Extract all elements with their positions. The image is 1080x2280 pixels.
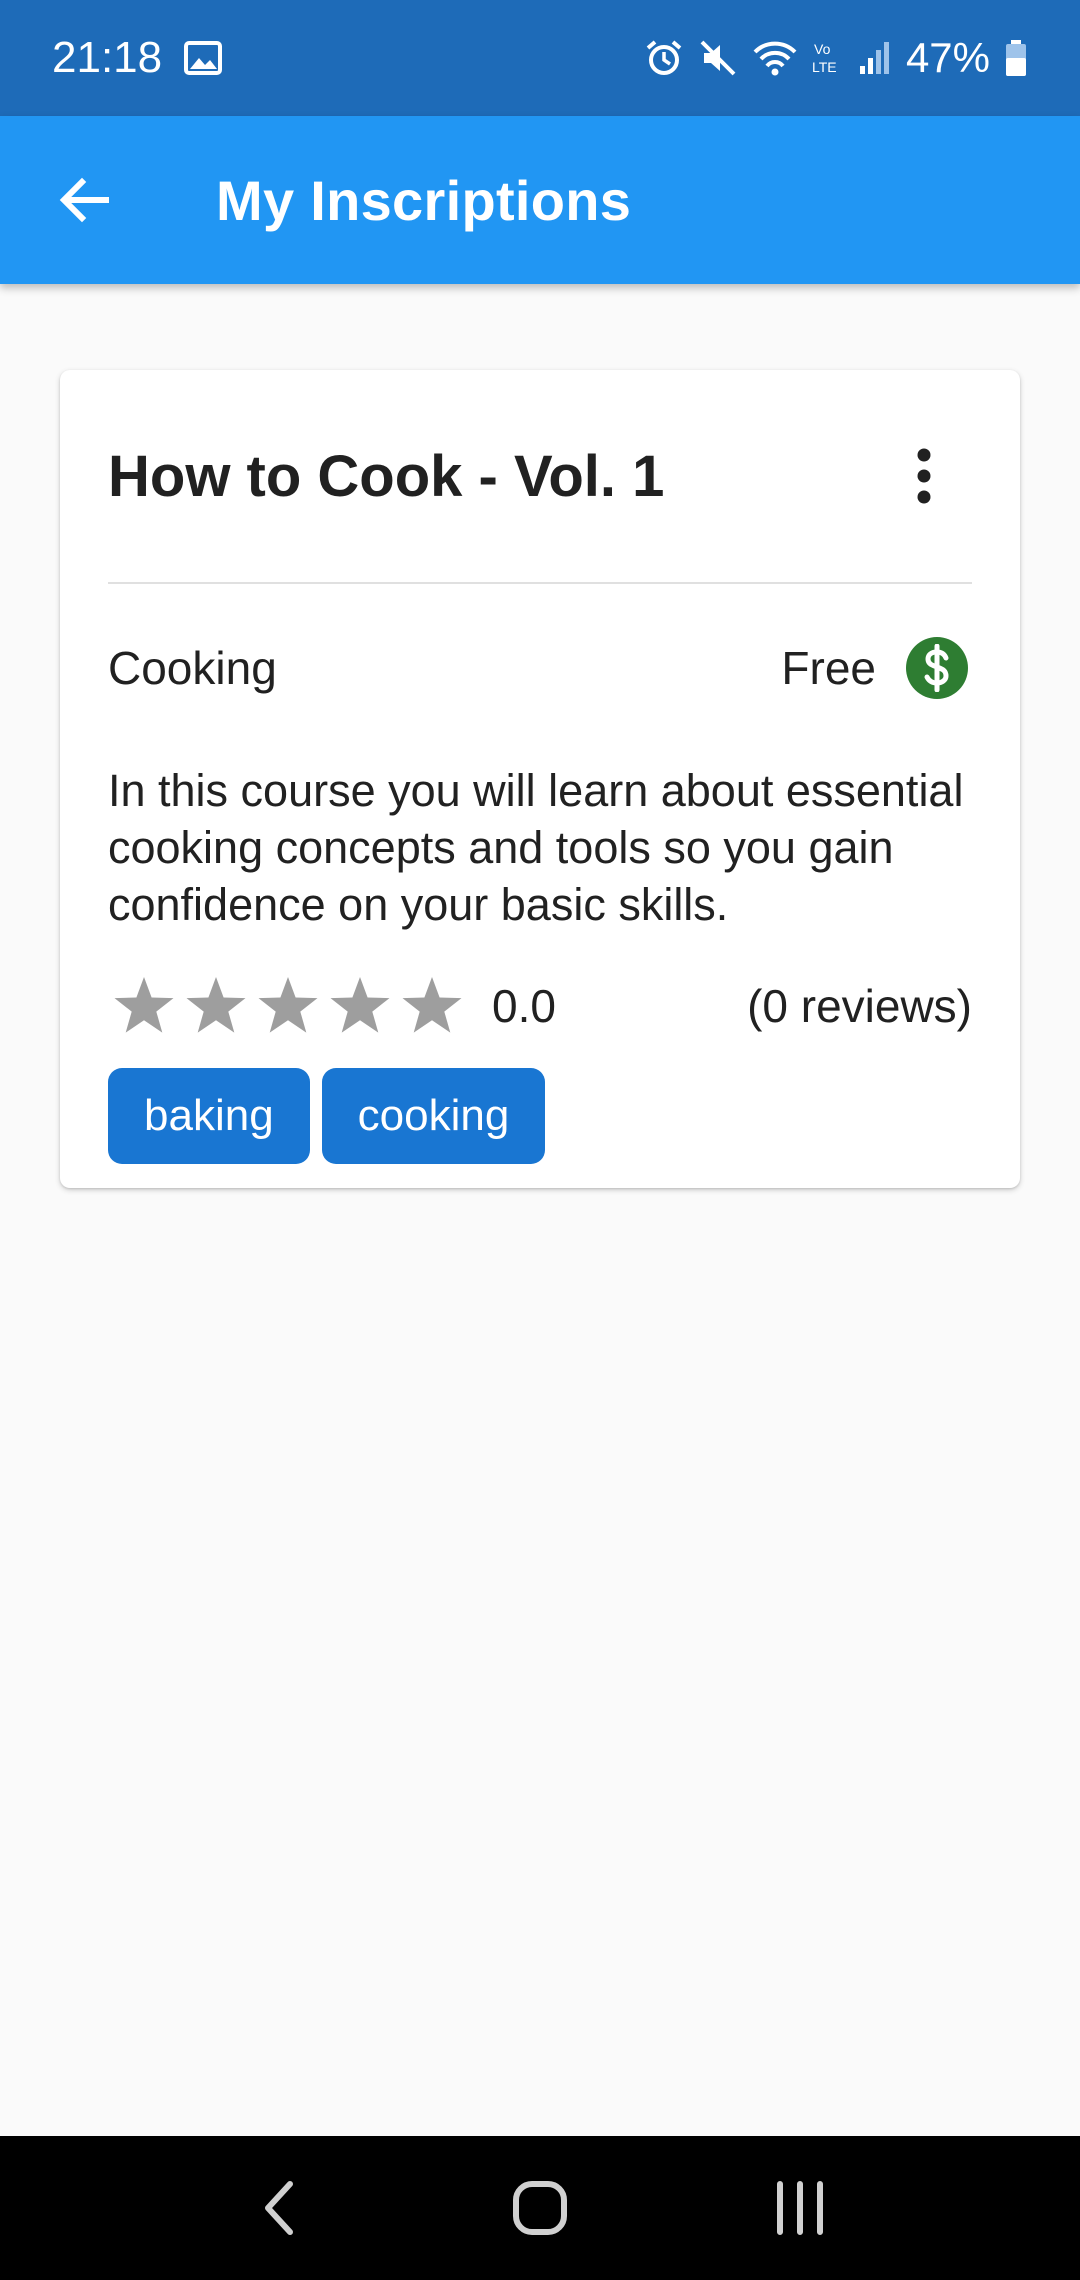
price-group: Free [781, 637, 968, 699]
arrow-back-icon [59, 177, 109, 223]
app-bar: My Inscriptions [0, 116, 1080, 284]
review-count: (0 reviews) [747, 980, 972, 1032]
course-price: Free [781, 642, 876, 694]
more-options-button[interactable] [884, 426, 964, 526]
battery-icon [1004, 39, 1028, 77]
course-card[interactable]: How to Cook - Vol. 1 Cooking Free In thi… [60, 370, 1020, 1188]
volte-icon: Vo LTE [812, 38, 844, 78]
svg-text:Vo: Vo [814, 41, 831, 57]
nav-back-button[interactable] [220, 2148, 340, 2268]
star-icon [180, 970, 252, 1042]
status-time: 21:18 [52, 33, 163, 82]
more-vert-icon [917, 448, 931, 504]
status-right: Vo LTE 47% [644, 34, 1028, 82]
screen: 21:18 Vo LTE 47% My Inscriptions How to … [0, 0, 1080, 2280]
course-title: How to Cook - Vol. 1 [108, 443, 665, 509]
course-meta-row: Cooking Free [108, 628, 968, 708]
alarm-icon [644, 38, 684, 78]
card-header: How to Cook - Vol. 1 [108, 370, 972, 584]
nav-recents-icon [777, 2181, 823, 2235]
system-nav-bar [0, 2136, 1080, 2280]
status-bar: 21:18 Vo LTE 47% [0, 0, 1080, 116]
rating-row: 0.0 (0 reviews) [108, 970, 972, 1042]
nav-home-icon [513, 2181, 567, 2235]
star-icon [396, 970, 468, 1042]
dollar-icon [906, 637, 968, 699]
star-icon [324, 970, 396, 1042]
course-description: In this course you will learn about esse… [108, 765, 964, 930]
battery-percent: 47% [905, 34, 990, 81]
svg-text:LTE: LTE [812, 59, 837, 75]
back-button[interactable] [24, 140, 144, 260]
star-icon [252, 970, 324, 1042]
star-rating: 0.0 [108, 970, 556, 1042]
tag-list: baking cooking [108, 1068, 546, 1164]
status-left: 21:18 [52, 33, 223, 83]
course-category: Cooking [108, 642, 277, 694]
nav-back-icon [265, 2181, 293, 2235]
page-title: My Inscriptions [216, 168, 632, 232]
mute-icon [698, 38, 738, 78]
nav-home-button[interactable] [480, 2148, 600, 2268]
tag-chip[interactable]: baking [108, 1068, 310, 1164]
rating-value: 0.0 [492, 980, 556, 1032]
star-icon [108, 970, 180, 1042]
tag-chip[interactable]: cooking [321, 1068, 546, 1164]
signal-icon [858, 40, 892, 76]
image-icon [184, 41, 223, 75]
wifi-icon [752, 38, 798, 78]
nav-recents-button[interactable] [740, 2148, 860, 2268]
